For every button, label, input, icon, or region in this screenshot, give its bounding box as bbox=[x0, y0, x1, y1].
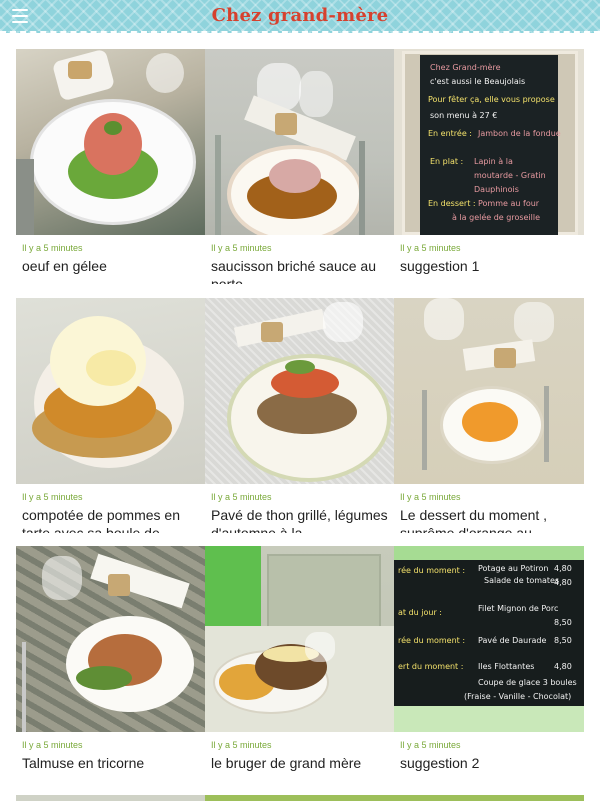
post-photo[interactable] bbox=[16, 795, 206, 801]
post-timestamp: Il y a 5 minutes bbox=[400, 740, 461, 750]
post-timestamp: Il y a 5 minutes bbox=[211, 243, 272, 253]
post-timestamp: Il y a 5 minutes bbox=[211, 492, 272, 502]
post-timestamp: Il y a 5 minutes bbox=[22, 740, 83, 750]
post-photo[interactable] bbox=[394, 795, 584, 801]
post-title[interactable]: Le dessert du moment , suprême d'orange … bbox=[400, 506, 578, 533]
post-title[interactable]: compotée de pommes en tarte avec sa boul… bbox=[22, 506, 200, 533]
post-title[interactable]: suggestion 1 bbox=[400, 257, 578, 284]
post-timestamp: Il y a 5 minutes bbox=[400, 243, 461, 253]
site-title: Chez grand-mère bbox=[211, 5, 389, 26]
post-photo[interactable] bbox=[16, 546, 206, 732]
post-timestamp: Il y a 5 minutes bbox=[400, 492, 461, 502]
post-timestamp: Il y a 5 minutes bbox=[22, 243, 83, 253]
post-timestamp: Il y a 5 minutes bbox=[22, 492, 83, 502]
post-photo[interactable] bbox=[205, 298, 395, 484]
post-title[interactable]: suggestion 2 bbox=[400, 754, 578, 781]
post-photo[interactable]: rée du moment : Potage au Potiron 4,80 S… bbox=[394, 546, 584, 732]
post-photo[interactable] bbox=[16, 49, 206, 235]
post-photo[interactable] bbox=[205, 546, 395, 732]
post-timestamp: Il y a 5 minutes bbox=[211, 740, 272, 750]
post-photo[interactable] bbox=[205, 49, 395, 235]
post-photo[interactable] bbox=[16, 298, 206, 484]
post-photo[interactable] bbox=[205, 795, 395, 801]
post-title[interactable]: Talmuse en tricorne bbox=[22, 754, 200, 781]
post-title[interactable]: saucisson briché sauce au porto bbox=[211, 257, 389, 284]
post-photo[interactable] bbox=[394, 298, 584, 484]
post-photo[interactable]: Chez Grand-mère c'est aussi le Beaujolai… bbox=[394, 49, 584, 235]
post-title[interactable]: oeuf en gélee bbox=[22, 257, 200, 284]
header-bar: Chez grand-mère bbox=[0, 0, 600, 33]
post-title[interactable]: le bruger de grand mère bbox=[211, 754, 389, 781]
post-title[interactable]: Pavé de thon grillé, légumes d'automne à… bbox=[211, 506, 389, 533]
